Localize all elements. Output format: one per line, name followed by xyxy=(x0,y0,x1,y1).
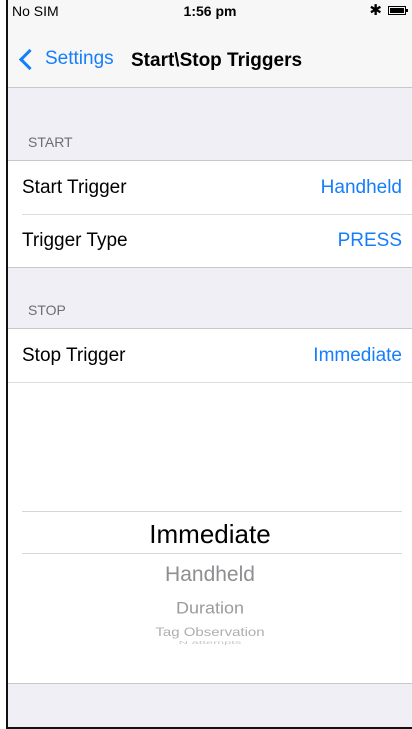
picker-option[interactable]: N attempts xyxy=(8,640,412,645)
back-button-label: Settings xyxy=(45,48,114,69)
picker-option[interactable]: Duration xyxy=(8,599,412,618)
stop-trigger-picker[interactable]: Immediate Handheld Duration Tag Observat… xyxy=(8,382,412,684)
status-bar: No SIM 1:56 pm ✱ xyxy=(8,0,412,22)
stop-trigger-label: Stop Trigger xyxy=(22,345,126,366)
status-time: 1:56 pm xyxy=(183,3,237,19)
app-screen: No SIM 1:56 pm ✱ Settings Start\Stop Tri… xyxy=(6,0,412,729)
start-settings-group: Start Trigger Handheld Trigger Type PRES… xyxy=(8,160,412,268)
picker-selection-top-line xyxy=(22,511,402,512)
chevron-left-icon xyxy=(18,48,41,70)
back-button[interactable]: Settings xyxy=(16,48,114,70)
bluetooth-icon: ✱ xyxy=(369,2,382,19)
start-trigger-row[interactable]: Start Trigger Handheld xyxy=(8,161,412,214)
picker-option[interactable]: Tag Observation xyxy=(8,626,412,640)
picker-selection-bottom-line xyxy=(22,553,402,554)
trigger-type-row[interactable]: Trigger Type PRESS xyxy=(8,214,412,267)
trigger-type-value[interactable]: PRESS xyxy=(338,230,402,252)
page-title: Start\Stop Triggers xyxy=(131,50,303,71)
stop-trigger-row[interactable]: Stop Trigger Immediate xyxy=(8,329,412,382)
stop-settings-group: Stop Trigger Immediate xyxy=(8,328,412,383)
picker-option-selected[interactable]: Immediate xyxy=(8,519,412,550)
start-trigger-value[interactable]: Handheld xyxy=(321,177,402,199)
stop-trigger-value[interactable]: Immediate xyxy=(313,345,402,367)
battery-icon xyxy=(388,6,408,15)
navigation-bar: Settings Start\Stop Triggers xyxy=(8,22,412,88)
trigger-type-label: Trigger Type xyxy=(22,230,128,251)
start-trigger-label: Start Trigger xyxy=(22,177,127,198)
picker-option[interactable]: Handheld xyxy=(8,563,412,587)
